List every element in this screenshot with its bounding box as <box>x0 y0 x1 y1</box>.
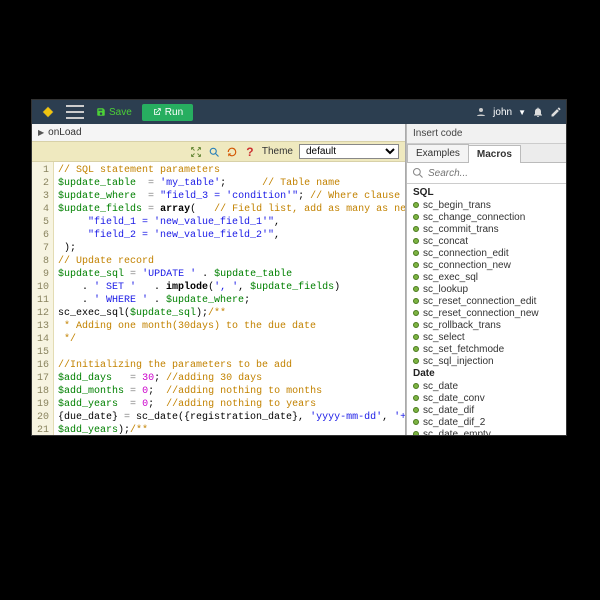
event-tab-bar: ▶ onLoad <box>32 124 405 142</box>
side-panel-title: Insert code <box>407 124 566 144</box>
bullet-icon <box>413 334 419 340</box>
bullet-icon <box>413 286 419 292</box>
bullet-icon <box>413 202 419 208</box>
top-toolbar: Save Run john ▼ <box>32 100 566 124</box>
editor-column: ▶ onLoad ? Theme default 123456789101112… <box>32 124 406 435</box>
main-area: ▶ onLoad ? Theme default 123456789101112… <box>32 124 566 435</box>
macro-item[interactable]: sc_date <box>407 380 566 392</box>
bullet-icon <box>413 322 419 328</box>
refresh-icon[interactable] <box>226 146 238 158</box>
line-gutter: 1234567891011121314151617181920212223242… <box>32 162 54 435</box>
event-name[interactable]: onLoad <box>48 127 81 138</box>
side-tabs: Examples Macros <box>407 144 566 163</box>
save-icon <box>96 107 106 117</box>
category-header: Date <box>407 367 566 380</box>
user-menu[interactable]: john ▼ <box>475 106 526 118</box>
run-label: Run <box>165 107 183 118</box>
macro-item[interactable]: sc_set_fetchmode <box>407 343 566 355</box>
save-button[interactable]: Save <box>90 105 138 120</box>
macro-item[interactable]: sc_date_dif_2 <box>407 416 566 428</box>
bullet-icon <box>413 383 419 389</box>
code-content[interactable]: // SQL statement parameters$update_table… <box>54 162 405 435</box>
app-logo-icon <box>40 104 56 120</box>
caret-down-icon: ▼ <box>518 108 526 117</box>
macro-item[interactable]: sc_exec_sql <box>407 271 566 283</box>
bullet-icon <box>413 262 419 268</box>
side-panel: Insert code Examples Macros SQLsc_begin_… <box>406 124 566 435</box>
macro-item[interactable]: sc_date_dif <box>407 404 566 416</box>
theme-label: Theme <box>262 146 293 157</box>
search-icon <box>412 167 424 179</box>
macro-item[interactable]: sc_lookup <box>407 283 566 295</box>
macro-item[interactable]: sc_reset_connection_edit <box>407 295 566 307</box>
user-name: john <box>493 107 512 118</box>
save-label: Save <box>109 107 132 118</box>
macro-item[interactable]: sc_commit_trans <box>407 223 566 235</box>
help-icon[interactable]: ? <box>244 146 256 158</box>
search-code-icon[interactable] <box>208 146 220 158</box>
macro-item[interactable]: sc_date_empty <box>407 428 566 435</box>
bullet-icon <box>413 395 419 401</box>
macro-item[interactable]: sc_rollback_trans <box>407 319 566 331</box>
bell-icon[interactable] <box>532 106 544 118</box>
macro-item[interactable]: sc_change_connection <box>407 211 566 223</box>
bullet-icon <box>413 226 419 232</box>
bullet-icon <box>413 431 419 435</box>
macro-item[interactable]: sc_reset_connection_new <box>407 307 566 319</box>
run-icon <box>152 107 162 117</box>
macro-item[interactable]: sc_select <box>407 331 566 343</box>
bullet-icon <box>413 346 419 352</box>
macro-item[interactable]: sc_connection_new <box>407 259 566 271</box>
bullet-icon <box>413 298 419 304</box>
search-input[interactable] <box>428 168 562 179</box>
bullet-icon <box>413 214 419 220</box>
bullet-icon <box>413 419 419 425</box>
bullet-icon <box>413 238 419 244</box>
bullet-icon <box>413 358 419 364</box>
macro-item[interactable]: sc_sql_injection <box>407 355 566 367</box>
macro-item[interactable]: sc_connection_edit <box>407 247 566 259</box>
user-icon <box>475 106 487 118</box>
bullet-icon <box>413 274 419 280</box>
bullet-icon <box>413 407 419 413</box>
macro-search <box>407 163 566 184</box>
macro-item[interactable]: sc_begin_trans <box>407 199 566 211</box>
tab-examples[interactable]: Examples <box>407 144 469 162</box>
category-header: SQL <box>407 186 566 199</box>
macro-item[interactable]: sc_concat <box>407 235 566 247</box>
run-button[interactable]: Run <box>142 104 193 121</box>
menu-icon[interactable] <box>66 105 84 119</box>
app-window: Save Run john ▼ ▶ onLoad ? Theme <box>31 99 567 436</box>
edit-icon[interactable] <box>550 106 562 118</box>
bullet-icon <box>413 310 419 316</box>
tab-macros[interactable]: Macros <box>468 145 521 163</box>
triangle-right-icon: ▶ <box>38 128 44 137</box>
theme-select[interactable]: default <box>299 144 399 159</box>
editor-toolbar: ? Theme default <box>32 142 405 162</box>
macro-item[interactable]: sc_date_conv <box>407 392 566 404</box>
macro-list: SQLsc_begin_transsc_change_connectionsc_… <box>407 184 566 435</box>
code-editor[interactable]: 1234567891011121314151617181920212223242… <box>32 162 405 435</box>
bullet-icon <box>413 250 419 256</box>
expand-icon[interactable] <box>190 146 202 158</box>
